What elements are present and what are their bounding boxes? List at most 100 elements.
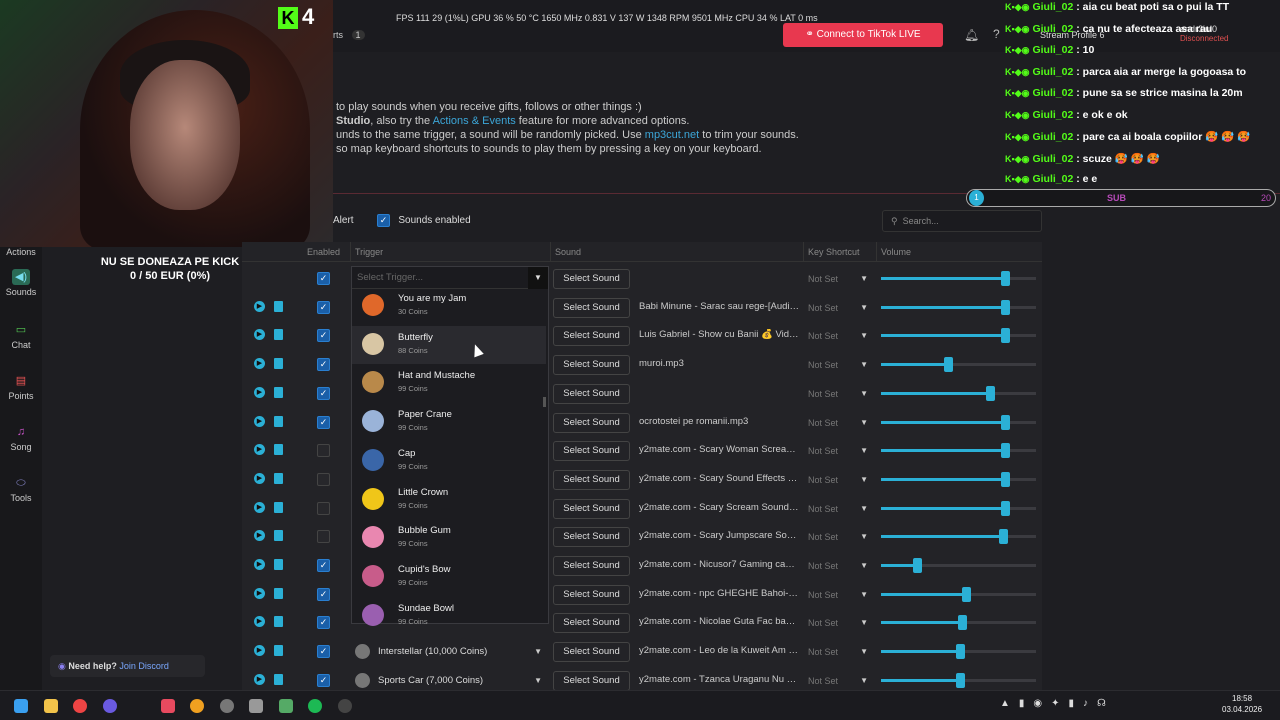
volume-slider[interactable] <box>881 299 1036 315</box>
volume-slider[interactable] <box>881 586 1036 602</box>
volume-thumb[interactable] <box>1001 271 1010 286</box>
trash-icon[interactable] <box>274 472 283 484</box>
volume-thumb[interactable] <box>1001 328 1010 344</box>
join-discord-link[interactable]: Join Discord <box>119 661 169 671</box>
trigger-option[interactable]: Sundae Bowl 99 Coins <box>352 597 546 635</box>
select-sound-button[interactable]: Select Sound <box>553 441 630 462</box>
volume-thumb[interactable] <box>962 586 971 602</box>
key-shortcut-select[interactable]: Not Set ▼ <box>808 499 872 519</box>
select-sound-button[interactable]: Select Sound <box>553 355 630 376</box>
row-enabled-checkbox[interactable]: ✓ <box>317 329 330 343</box>
sidebar-item-sounds[interactable]: ◀) Sounds <box>0 269 42 297</box>
row-enabled-checkbox[interactable] <box>317 530 330 544</box>
sidebar-item-chat[interactable]: ▭ Chat <box>0 322 42 350</box>
key-shortcut-select[interactable]: Not Set ▼ <box>808 326 872 346</box>
key-shortcut-select[interactable]: Not Set ▼ <box>808 269 872 289</box>
volume-slider[interactable] <box>881 443 1036 459</box>
select-sound-button[interactable]: Select Sound <box>553 613 630 634</box>
app-icon[interactable] <box>279 699 293 713</box>
volume-thumb[interactable] <box>1001 500 1010 516</box>
key-shortcut-select[interactable]: Not Set ▼ <box>808 298 872 318</box>
sidebar-item-tools[interactable]: ⬭ Tools <box>0 475 42 503</box>
row-enabled-checkbox[interactable] <box>317 501 330 515</box>
key-shortcut-select[interactable]: Not Set ▼ <box>808 556 872 576</box>
trigger-option[interactable]: Hat and Mustache 99 Coins <box>352 364 546 402</box>
row-enabled-checkbox[interactable]: ✓ <box>317 358 330 372</box>
select-sound-button[interactable]: Select Sound <box>553 527 630 548</box>
volume-thumb[interactable] <box>1001 414 1010 430</box>
volume-slider[interactable] <box>881 271 1036 286</box>
trash-icon[interactable] <box>274 559 283 570</box>
select-sound-button[interactable]: Select Sound <box>553 412 630 433</box>
trigger-option[interactable]: Little Crown 99 Coins <box>352 481 546 519</box>
volume-thumb[interactable] <box>1001 443 1010 459</box>
trash-icon[interactable] <box>274 329 283 341</box>
key-shortcut-select[interactable]: Not Set ▼ <box>808 671 872 691</box>
taskbar-clock[interactable]: 18:58 03.04.2026 <box>1222 693 1262 715</box>
trash-icon[interactable] <box>274 444 283 456</box>
file-explorer-icon[interactable] <box>44 699 58 713</box>
volume-thumb[interactable] <box>913 558 922 573</box>
row-enabled-checkbox[interactable]: ✓ <box>317 587 330 601</box>
trash-icon[interactable] <box>274 386 283 398</box>
play-icon[interactable]: ▶ <box>254 530 265 542</box>
play-icon[interactable]: ▶ <box>254 444 265 456</box>
trash-icon[interactable] <box>274 673 283 685</box>
play-icon[interactable]: ▶ <box>254 501 265 513</box>
trash-icon[interactable] <box>274 616 283 628</box>
row-enabled-checkbox[interactable]: ✓ <box>317 272 330 285</box>
sidebar-item-points[interactable]: ▤ Points <box>0 373 42 401</box>
volume-slider[interactable] <box>881 672 1036 688</box>
volume-thumb[interactable] <box>1001 299 1010 315</box>
key-shortcut-select[interactable]: Not Set ▼ <box>808 642 872 662</box>
play-icon[interactable]: ▶ <box>254 386 265 398</box>
volume-slider[interactable] <box>881 328 1036 344</box>
trash-icon[interactable] <box>274 530 283 542</box>
play-icon[interactable]: ▶ <box>254 472 265 484</box>
trash-icon[interactable] <box>274 358 283 370</box>
trash-icon[interactable] <box>274 300 283 312</box>
row-enabled-checkbox[interactable]: ✓ <box>317 386 330 400</box>
trigger-option[interactable]: Paper Crane 99 Coins <box>352 403 546 441</box>
volume-slider[interactable] <box>881 500 1036 516</box>
app-icon[interactable] <box>249 699 263 713</box>
trigger-search-input[interactable]: Select Trigger... ▼ <box>352 267 548 289</box>
volume-thumb[interactable] <box>986 385 995 401</box>
discord-app-icon[interactable] <box>103 699 117 713</box>
trigger-option[interactable]: Bubble Gum 99 Coins <box>352 519 546 557</box>
caret-down-icon[interactable]: ▼ <box>528 267 548 289</box>
trash-icon[interactable] <box>274 415 283 427</box>
select-sound-button[interactable]: Select Sound <box>553 584 630 605</box>
key-shortcut-select[interactable]: Not Set ▼ <box>808 470 872 490</box>
play-icon[interactable]: ▶ <box>254 559 265 570</box>
play-icon[interactable]: ▶ <box>254 415 265 427</box>
volume-thumb[interactable] <box>944 357 953 373</box>
play-icon[interactable]: ▶ <box>254 358 265 370</box>
volume-slider[interactable] <box>881 414 1036 430</box>
key-shortcut-select[interactable]: Not Set ▼ <box>808 384 872 404</box>
trigger-select[interactable]: Interstellar (10,000 Coins) ▼ <box>355 643 550 661</box>
search-input[interactable]: ⚲ Search... <box>882 210 1042 232</box>
volume-slider[interactable] <box>881 529 1036 545</box>
system-tray-icons[interactable]: ▲▮◉✦▮♪☊ <box>1000 698 1115 709</box>
key-shortcut-select[interactable]: Not Set ▼ <box>808 585 872 605</box>
mp3cut-link[interactable]: mp3cut.net <box>645 129 699 141</box>
play-icon[interactable]: ▶ <box>254 587 265 599</box>
select-sound-button[interactable]: Select Sound <box>553 297 630 318</box>
trigger-select[interactable]: Sports Car (7,000 Coins) ▼ <box>355 672 550 690</box>
checkbox[interactable]: ✓ <box>377 214 390 227</box>
help-link[interactable]: ◉ Need help? Join Discord <box>50 655 205 677</box>
bell-icon[interactable]: 🔔︎ <box>964 28 979 42</box>
select-sound-button[interactable]: Select Sound <box>553 642 630 663</box>
row-enabled-checkbox[interactable] <box>317 444 330 458</box>
obs-icon[interactable] <box>338 699 352 713</box>
trigger-option[interactable]: Cap 99 Coins <box>352 442 546 480</box>
row-enabled-checkbox[interactable]: ✓ <box>317 673 330 687</box>
volume-slider[interactable] <box>881 558 1036 573</box>
volume-thumb[interactable] <box>1001 471 1010 487</box>
trigger-dropdown[interactable]: Select Trigger... ▼ You are my Jam 30 Coin… <box>351 266 549 626</box>
row-enabled-checkbox[interactable]: ✓ <box>317 415 330 429</box>
key-shortcut-select[interactable]: Not Set ▼ <box>808 413 872 433</box>
volume-slider[interactable] <box>881 385 1036 401</box>
row-enabled-checkbox[interactable] <box>317 472 330 486</box>
